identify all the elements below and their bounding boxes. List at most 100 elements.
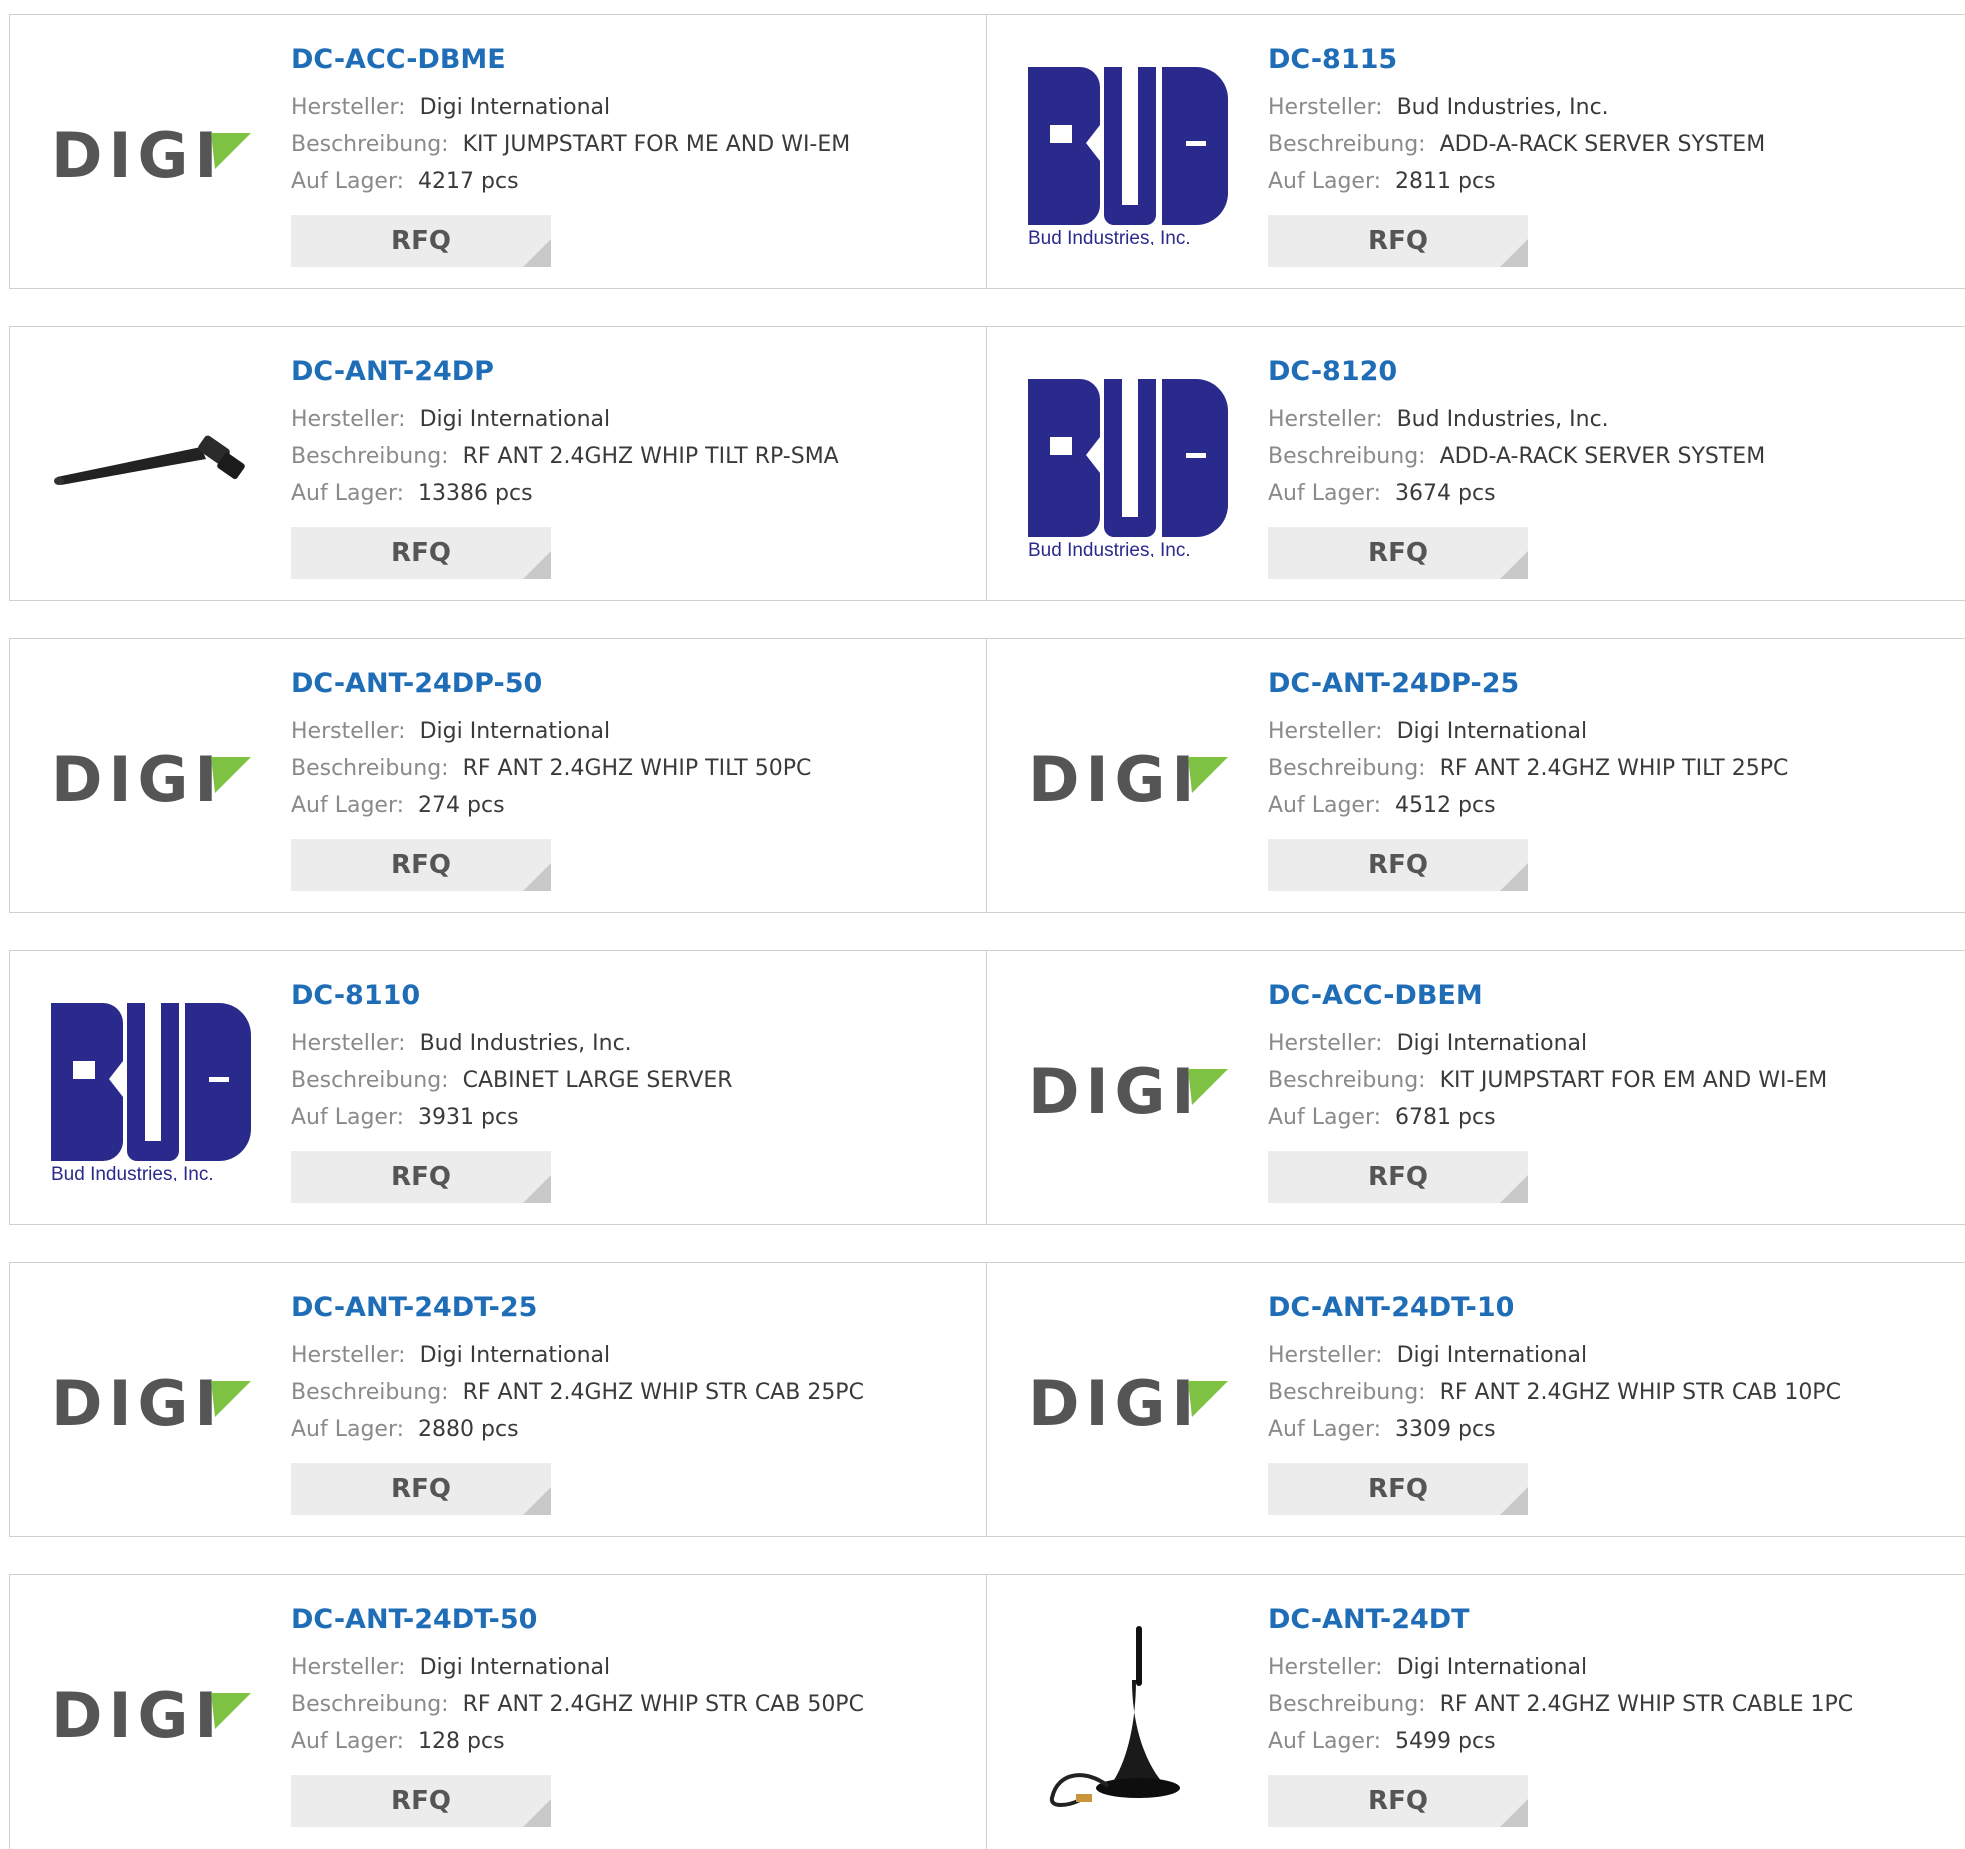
stock-value: 4217 pcs	[418, 169, 519, 194]
manufacturer-label: Hersteller:	[1268, 719, 1383, 744]
stock-label: Auf Lager:	[1268, 1729, 1382, 1754]
digi-logo-icon[interactable]: DIGI	[1023, 1001, 1233, 1181]
stock-row: Auf Lager: 13386 pcs	[291, 475, 966, 512]
manufacturer-value: Digi International	[419, 1655, 611, 1680]
part-number-link[interactable]: DC-8120	[1268, 355, 1945, 389]
manufacturer-row: Hersteller: Digi International	[291, 89, 966, 126]
digi-logo-text: DIGI	[51, 749, 224, 809]
rfq-button[interactable]: RFQ	[1268, 1463, 1528, 1515]
description-value: RF ANT 2.4GHZ WHIP STR CAB 25PC	[462, 1380, 864, 1405]
rfq-button[interactable]: RFQ	[1268, 215, 1528, 267]
rfq-button[interactable]: RFQ	[291, 1463, 551, 1515]
description-value: KIT JUMPSTART FOR ME AND WI-EM	[462, 132, 851, 157]
stock-label: Auf Lager:	[1268, 793, 1382, 818]
digi-logo-icon[interactable]: DIGI	[1023, 1313, 1233, 1493]
stock-row: Auf Lager: 128 pcs	[291, 1723, 966, 1760]
rfq-button[interactable]: RFQ	[291, 527, 551, 579]
description-label: Beschreibung:	[1268, 756, 1426, 781]
rfq-button[interactable]: RFQ	[1268, 1775, 1528, 1827]
bud-industries-logo-icon[interactable]: Bud Industries, Inc.	[1023, 377, 1233, 557]
description-value: RF ANT 2.4GHZ WHIP TILT 50PC	[462, 756, 812, 781]
manufacturer-value: Digi International	[419, 719, 611, 744]
description-label: Beschreibung:	[1268, 132, 1426, 157]
corner-triangle-icon	[523, 1799, 551, 1827]
product-card: DIGI DC-ANT-24DP-25 Hersteller: Digi Intern…	[987, 638, 1965, 913]
stock-label: Auf Lager:	[1268, 169, 1382, 194]
digi-logo-text: DIGI	[1028, 1061, 1201, 1121]
description-label: Beschreibung:	[291, 1692, 449, 1717]
manufacturer-value: Digi International	[419, 407, 611, 432]
product-card: DIGI DC-ANT-24DT-25 Hersteller: Digi Intern…	[9, 1262, 987, 1537]
description-value: CABINET LARGE SERVER	[462, 1068, 733, 1093]
corner-triangle-icon	[1500, 1175, 1528, 1203]
stock-value: 3674 pcs	[1395, 481, 1496, 506]
rfq-button[interactable]: RFQ	[1268, 839, 1528, 891]
stock-row: Auf Lager: 3309 pcs	[1268, 1411, 1945, 1448]
bud-industries-logo-icon[interactable]: Bud Industries, Inc.	[46, 1001, 256, 1181]
digi-logo-icon[interactable]: DIGI	[46, 1625, 256, 1805]
part-number-link[interactable]: DC-ANT-24DT-10	[1268, 1291, 1945, 1325]
part-number-link[interactable]: DC-ANT-24DP	[291, 355, 966, 389]
corner-triangle-icon	[523, 1487, 551, 1515]
stock-value: 5499 pcs	[1395, 1729, 1496, 1754]
rfq-button[interactable]: RFQ	[291, 1775, 551, 1827]
rfq-button[interactable]: RFQ	[1268, 527, 1528, 579]
digi-logo-icon[interactable]: DIGI	[46, 689, 256, 869]
rfq-button[interactable]: RFQ	[291, 839, 551, 891]
manufacturer-row: Hersteller: Digi International	[291, 713, 966, 750]
part-number-link[interactable]: DC-8110	[291, 979, 966, 1013]
manufacturer-row: Hersteller: Bud Industries, Inc.	[1268, 89, 1945, 126]
stock-value: 3931 pcs	[418, 1105, 519, 1130]
manufacturer-row: Hersteller: Digi International	[1268, 1649, 1945, 1686]
part-number-link[interactable]: DC-ANT-24DT-25	[291, 1291, 966, 1325]
rfq-button[interactable]: RFQ	[291, 1151, 551, 1203]
rfq-label: RFQ	[1368, 1162, 1428, 1192]
part-number-link[interactable]: DC-ANT-24DT	[1268, 1603, 1945, 1637]
stock-value: 3309 pcs	[1395, 1417, 1496, 1442]
stock-label: Auf Lager:	[291, 481, 405, 506]
manufacturer-label: Hersteller:	[1268, 1655, 1383, 1680]
manufacturer-value: Bud Industries, Inc.	[1396, 407, 1609, 432]
rfq-label: RFQ	[391, 538, 451, 568]
digi-logo-icon[interactable]: DIGI	[1023, 689, 1233, 869]
product-grid: DIGI DC-ACC-DBME Hersteller: Digi Internati…	[9, 14, 1965, 1849]
manufacturer-value: Digi International	[1396, 1031, 1588, 1056]
product-card: Bud Industries, Inc. DC-8120 Hersteller: Bu…	[987, 326, 1965, 601]
part-number-link[interactable]: DC-ACC-DBME	[291, 43, 966, 77]
part-number-link[interactable]: DC-ANT-24DT-50	[291, 1603, 966, 1637]
bud-industries-logo-icon[interactable]: Bud Industries, Inc.	[1023, 65, 1233, 245]
digi-logo-text: DIGI	[51, 125, 224, 185]
stock-row: Auf Lager: 2811 pcs	[1268, 163, 1945, 200]
antenna-image-icon[interactable]	[1023, 1625, 1233, 1807]
corner-triangle-icon	[1500, 551, 1528, 579]
description-value: RF ANT 2.4GHZ WHIP STR CABLE 1PC	[1439, 1692, 1854, 1717]
manufacturer-value: Digi International	[419, 95, 611, 120]
description-value: RF ANT 2.4GHZ WHIP TILT 25PC	[1439, 756, 1789, 781]
description-row: Beschreibung: RF ANT 2.4GHZ WHIP STR CAB …	[1268, 1374, 1945, 1411]
manufacturer-label: Hersteller:	[291, 719, 406, 744]
manufacturer-label: Hersteller:	[1268, 1343, 1383, 1368]
manufacturer-label: Hersteller:	[291, 1655, 406, 1680]
stock-row: Auf Lager: 3674 pcs	[1268, 475, 1945, 512]
part-number-link[interactable]: DC-ANT-24DP-25	[1268, 667, 1945, 701]
rfq-button[interactable]: RFQ	[291, 215, 551, 267]
stock-value: 2811 pcs	[1395, 169, 1496, 194]
corner-triangle-icon	[1500, 1799, 1528, 1827]
description-value: ADD-A-RACK SERVER SYSTEM	[1439, 132, 1766, 157]
digi-logo-text: DIGI	[1028, 749, 1201, 809]
description-label: Beschreibung:	[291, 132, 449, 157]
corner-triangle-icon	[523, 239, 551, 267]
product-card: DIGI DC-ACC-DBME Hersteller: Digi Internati…	[9, 14, 987, 289]
antenna-image-icon[interactable]	[46, 377, 256, 557]
description-row: Beschreibung: RF ANT 2.4GHZ WHIP STR CAB …	[291, 1686, 966, 1723]
part-number-link[interactable]: DC-ANT-24DP-50	[291, 667, 966, 701]
stock-row: Auf Lager: 5499 pcs	[1268, 1723, 1945, 1760]
manufacturer-value: Digi International	[1396, 1655, 1588, 1680]
digi-logo-icon[interactable]: DIGI	[46, 65, 256, 245]
part-number-link[interactable]: DC-ACC-DBEM	[1268, 979, 1945, 1013]
stock-row: Auf Lager: 2880 pcs	[291, 1411, 966, 1448]
rfq-button[interactable]: RFQ	[1268, 1151, 1528, 1203]
digi-logo-icon[interactable]: DIGI	[46, 1313, 256, 1493]
description-value: RF ANT 2.4GHZ WHIP STR CAB 10PC	[1439, 1380, 1841, 1405]
part-number-link[interactable]: DC-8115	[1268, 43, 1945, 77]
